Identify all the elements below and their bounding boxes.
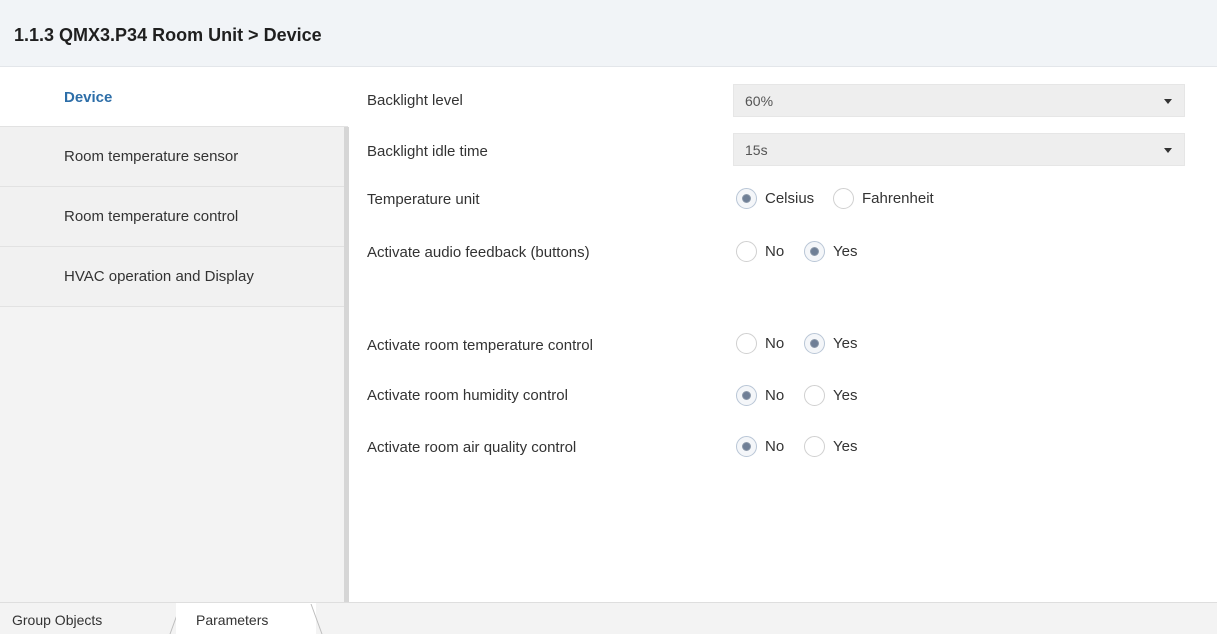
radio-label: Yes: [833, 438, 858, 455]
audio-feedback-option-yes[interactable]: Yes: [804, 241, 864, 263]
room-humidity-control-option-no[interactable]: No: [736, 385, 796, 407]
chevron-down-icon: [1164, 148, 1172, 153]
sidebar-item-device[interactable]: Device: [0, 67, 348, 127]
title-bar: 1.1.3 QMX3.P34 Room Unit > Device: [0, 0, 1217, 67]
sidebar-item-room-temperature-sensor[interactable]: Room temperature sensor: [0, 127, 346, 187]
radio-unchecked-icon: [736, 333, 757, 354]
radio-label: Yes: [833, 335, 858, 352]
radio-unchecked-icon: [804, 436, 825, 457]
radio-label: Celsius: [765, 190, 815, 207]
radio-label: Yes: [833, 387, 858, 404]
tab-group-objects[interactable]: Group Objects: [0, 603, 175, 634]
backlight-level-select[interactable]: 60%: [733, 84, 1185, 117]
radio-checked-icon: [804, 333, 825, 354]
room-temp-control-option-no[interactable]: No: [736, 333, 796, 355]
radio-unchecked-icon: [736, 241, 757, 262]
radio-unchecked-icon: [833, 188, 854, 209]
window: 1.1.3 QMX3.P34 Room Unit > Device Device…: [0, 0, 1217, 634]
audio-feedback-option-no[interactable]: No: [736, 241, 796, 263]
backlight-idle-time-select[interactable]: 15s: [733, 133, 1185, 166]
backlight-idle-time-value: 15s: [745, 142, 768, 158]
sidebar-item-label: HVAC operation and Display: [64, 268, 254, 285]
sidebar-item-label: Device: [64, 89, 113, 106]
audio-feedback-label: Activate audio feedback (buttons): [367, 244, 590, 261]
page-title: 1.1.3 QMX3.P34 Room Unit > Device: [14, 25, 322, 45]
chevron-down-icon: [1164, 99, 1172, 104]
room-humidity-control-option-yes[interactable]: Yes: [804, 385, 864, 407]
sidebar-item-room-temperature-control[interactable]: Room temperature control: [0, 187, 346, 247]
radio-label: No: [765, 335, 785, 352]
temperature-unit-option-celsius[interactable]: Celsius: [736, 188, 826, 210]
room-humidity-control-label: Activate room humidity control: [367, 387, 568, 404]
tab-label: Group Objects: [12, 612, 103, 628]
room-temp-control-option-yes[interactable]: Yes: [804, 333, 864, 355]
radio-unchecked-icon: [804, 385, 825, 406]
room-air-quality-control-option-yes[interactable]: Yes: [804, 436, 864, 458]
bottom-tab-bar: Group Objects Parameters: [0, 602, 1217, 634]
tab-label: Parameters: [196, 612, 269, 628]
sidebar-item-hvac-operation-and-display[interactable]: HVAC operation and Display: [0, 247, 346, 307]
backlight-level-value: 60%: [745, 93, 774, 109]
radio-label: Fahrenheit: [862, 190, 934, 207]
room-air-quality-control-option-no[interactable]: No: [736, 436, 796, 458]
sidebar-item-label: Room temperature sensor: [64, 148, 239, 165]
radio-checked-icon: [736, 188, 757, 209]
radio-checked-icon: [736, 385, 757, 406]
radio-checked-icon: [736, 436, 757, 457]
backlight-level-label: Backlight level: [367, 92, 463, 109]
room-air-quality-control-label: Activate room air quality control: [367, 439, 577, 456]
tab-parameters[interactable]: Parameters: [176, 603, 316, 634]
radio-label: No: [765, 243, 785, 260]
parameter-panel: Backlight level 60% Backlight idle time …: [349, 67, 1217, 602]
sidebar-item-label: Room temperature control: [64, 208, 239, 225]
radio-label: Yes: [833, 243, 858, 260]
room-temp-control-label: Activate room temperature control: [367, 337, 593, 354]
backlight-idle-time-label: Backlight idle time: [367, 143, 488, 160]
temperature-unit-option-fahrenheit[interactable]: Fahrenheit: [833, 188, 963, 210]
radio-label: No: [765, 438, 785, 455]
radio-checked-icon: [804, 241, 825, 262]
temperature-unit-label: Temperature unit: [367, 191, 480, 208]
radio-label: No: [765, 387, 785, 404]
sidebar: Device Room temperature sensor Room temp…: [0, 67, 348, 602]
